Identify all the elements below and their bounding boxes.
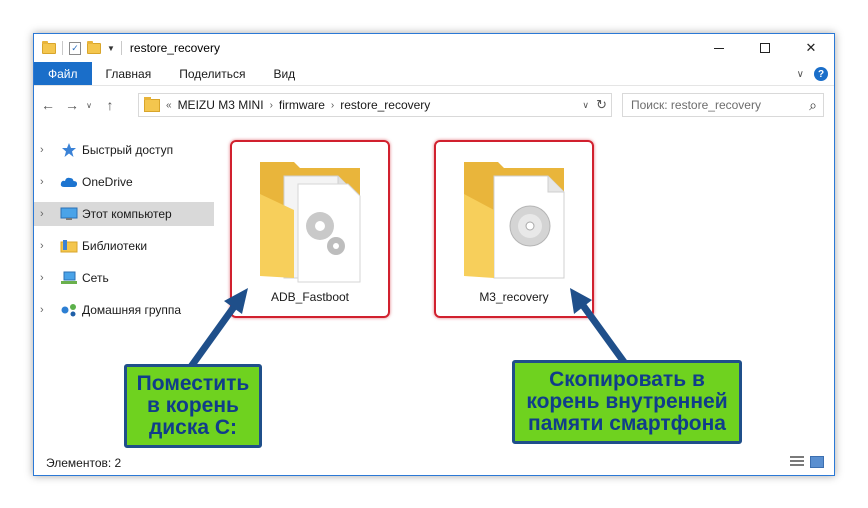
tab-file[interactable]: Файл: [34, 62, 92, 85]
customize-toolbar-icon[interactable]: ▼: [107, 44, 115, 53]
address-bar[interactable]: « MEIZU M3 MINI › firmware › restore_rec…: [138, 93, 612, 117]
minimize-button[interactable]: [696, 34, 742, 62]
expand-ribbon-icon[interactable]: ∨: [797, 69, 804, 80]
help-icon[interactable]: ?: [814, 67, 828, 81]
callout-line: Поместить: [136, 372, 250, 395]
expand-chevron-icon[interactable]: ›: [40, 176, 50, 188]
breadcrumb-separator-icon[interactable]: ›: [331, 100, 334, 111]
address-dropdown-icon[interactable]: ∨: [582, 94, 589, 116]
forward-button[interactable]: →: [62, 94, 82, 116]
up-arrow-icon: ↑: [106, 97, 114, 113]
status-bar: Элементов: 2: [34, 451, 834, 475]
large-icons-view-icon[interactable]: [810, 456, 824, 468]
navigation-bar: ← → ∨ ↑ « MEIZU M3 MINI › firmware › res…: [34, 92, 834, 118]
expand-chevron-icon[interactable]: ›: [40, 304, 50, 316]
callout-line: в корень: [147, 394, 239, 417]
callout-line: Скопировать в: [549, 368, 705, 391]
expand-chevron-icon[interactable]: ›: [40, 144, 50, 156]
star-icon: [60, 142, 78, 158]
tab-home[interactable]: Главная: [92, 62, 166, 85]
computer-icon: [60, 206, 78, 222]
window-title: restore_recovery: [129, 41, 220, 55]
sidebar-item-label: Быстрый доступ: [82, 143, 174, 157]
sidebar-item-libraries[interactable]: › Библиотеки: [34, 234, 214, 258]
callout-line: корень внутренней: [526, 390, 728, 413]
breadcrumb-separator-icon[interactable]: ›: [270, 100, 273, 111]
callout-line: диска С:: [148, 416, 238, 439]
maximize-icon: [760, 43, 770, 53]
folder-gears-icon: [260, 162, 361, 283]
sidebar-item-label: Этот компьютер: [82, 207, 172, 221]
folder-m3-recovery[interactable]: M3_recovery: [434, 140, 594, 318]
ribbon-tabs: Файл Главная Поделиться Вид ∨ ?: [34, 62, 834, 86]
recent-locations-button[interactable]: ∨: [82, 94, 96, 116]
breadcrumb-meizu[interactable]: MEIZU M3 MINI: [178, 98, 264, 112]
expand-chevron-icon[interactable]: ›: [40, 272, 50, 284]
tab-share[interactable]: Поделиться: [165, 62, 259, 85]
up-button[interactable]: ↑: [100, 94, 120, 116]
details-view-icon[interactable]: [790, 456, 804, 468]
sidebar-item-label: Сеть: [82, 271, 109, 285]
close-icon: ✕: [805, 40, 817, 55]
back-button[interactable]: ←: [38, 94, 58, 116]
toolbar-divider: [62, 41, 63, 55]
file-name: M3_recovery: [479, 290, 549, 304]
new-folder-icon[interactable]: [87, 40, 101, 54]
network-icon: [60, 270, 78, 286]
quick-access-toolbar: ✓ ▼: [34, 34, 122, 62]
search-placeholder: Поиск: restore_recovery: [631, 98, 761, 112]
navigation-pane: › Быстрый доступ › OneDrive › Этот компь…: [34, 138, 214, 330]
back-arrow-icon: ←: [41, 97, 55, 113]
callout-right: Скопировать в корень внутренней памяти с…: [512, 360, 742, 444]
maximize-button[interactable]: [742, 34, 788, 62]
file-name: ADB_Fastboot: [270, 290, 350, 304]
sidebar-item-onedrive[interactable]: › OneDrive: [34, 170, 214, 194]
sidebar-item-label: OneDrive: [82, 175, 133, 189]
forward-arrow-icon: →: [65, 97, 79, 113]
search-input[interactable]: Поиск: restore_recovery ⌕: [622, 93, 824, 117]
folder-adb-fastboot[interactable]: ADB_Fastboot: [230, 140, 390, 318]
title-bar: ✓ ▼ restore_recovery ✕: [34, 34, 834, 62]
items-count: Элементов: 2: [46, 456, 122, 470]
window-folder-icon: [42, 40, 56, 54]
sidebar-item-quick-access[interactable]: › Быстрый доступ: [34, 138, 214, 162]
sidebar-item-this-pc[interactable]: › Этот компьютер: [34, 202, 214, 226]
close-button[interactable]: ✕: [788, 34, 834, 62]
library-icon: [60, 238, 78, 254]
toolbar-divider: [120, 41, 122, 55]
minimize-icon: [714, 47, 724, 49]
folder-disc-icon: [464, 162, 565, 279]
tab-view[interactable]: Вид: [259, 62, 309, 85]
callout-left: Поместить в корень диска С:: [124, 364, 262, 448]
breadcrumb-overflow[interactable]: «: [166, 100, 172, 111]
sidebar-item-label: Библиотеки: [82, 239, 148, 253]
expand-chevron-icon[interactable]: ›: [40, 208, 50, 220]
breadcrumb-restore-recovery[interactable]: restore_recovery: [340, 98, 430, 112]
chevron-down-icon: ∨: [86, 100, 92, 110]
sidebar-item-label: Домашняя группа: [82, 303, 182, 317]
sidebar-item-homegroup[interactable]: › Домашняя группа: [34, 298, 214, 322]
refresh-icon[interactable]: ↻: [596, 94, 607, 116]
homegroup-icon: [60, 302, 78, 318]
properties-icon[interactable]: ✓: [69, 41, 81, 55]
cloud-icon: [60, 174, 78, 190]
callout-line: памяти смартфона: [528, 412, 726, 435]
expand-chevron-icon[interactable]: ›: [40, 240, 50, 252]
sidebar-item-network[interactable]: › Сеть: [34, 266, 214, 290]
breadcrumb-firmware[interactable]: firmware: [279, 98, 325, 112]
address-folder-icon: [144, 96, 160, 112]
search-icon: ⌕: [809, 97, 817, 113]
